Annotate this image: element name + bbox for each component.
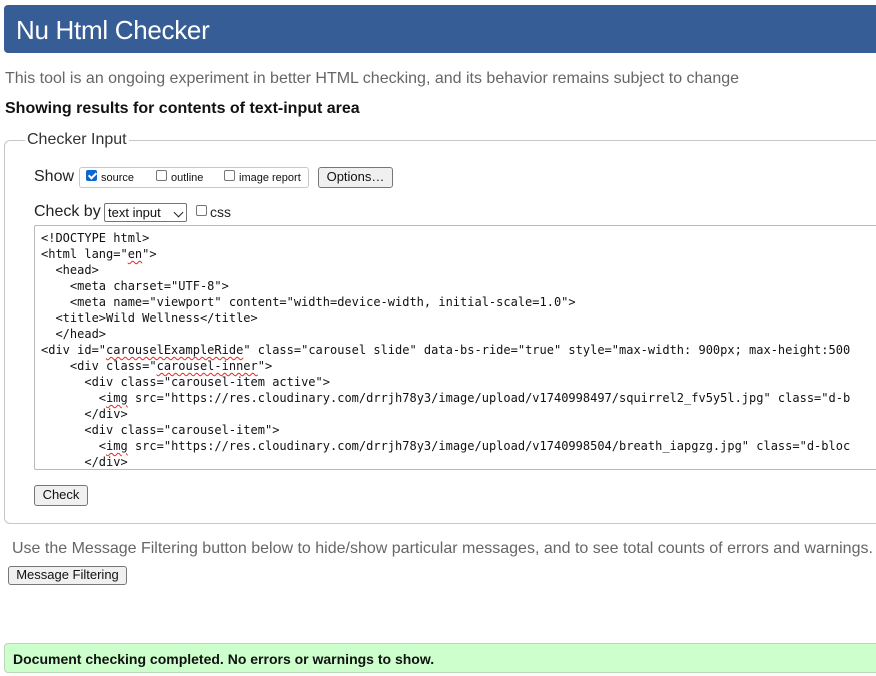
source-line: </div> [41, 407, 128, 421]
image-report-checkbox-label[interactable]: image report [239, 172, 301, 184]
source-line: <meta charset="UTF-8"> [41, 279, 229, 293]
css-checkbox-label[interactable]: css [210, 204, 231, 220]
check-by-selected-value: text input [108, 205, 161, 220]
message-filtering-button[interactable]: Message Filtering [8, 566, 127, 585]
source-textarea[interactable]: <!DOCTYPE html> <html lang="en"> <head> … [34, 225, 876, 470]
source-line: <meta name="viewport" content="width=dev… [41, 295, 576, 309]
success-message: Document checking completed. No errors o… [13, 651, 435, 667]
header-bar: Nu Html Checker [4, 5, 876, 53]
success-banner: Document checking completed. No errors o… [4, 643, 876, 673]
options-button[interactable]: Options… [318, 167, 393, 188]
source-line: <div class="carousel-inner"> [41, 359, 273, 373]
source-line: <!DOCTYPE html> [41, 231, 150, 245]
chevron-down-icon [173, 207, 184, 218]
source-code: <!DOCTYPE html> <html lang="en"> <head> … [41, 230, 851, 469]
check-by-label: Check by [34, 203, 101, 220]
show-label: Show [34, 168, 75, 185]
source-line: <title>Wild Wellness</title> [41, 311, 258, 325]
checker-input-legend: Checker Input [27, 131, 127, 148]
css-checkbox[interactable] [196, 205, 207, 216]
outline-checkbox[interactable] [156, 170, 167, 181]
source-line: <img src="https://res.cloudinary.com/drr… [41, 391, 851, 405]
source-line: <head> [41, 263, 99, 277]
image-report-checkbox[interactable] [224, 170, 235, 181]
results-heading: Showing results for contents of text-inp… [5, 100, 360, 117]
source-checkbox-label[interactable]: source [101, 172, 134, 184]
source-line: <html lang="en"> [41, 247, 157, 261]
source-line: <div class="carousel-item"> [41, 423, 280, 437]
filter-note: Use the Message Filtering button below t… [12, 540, 873, 557]
source-line: <img src="https://res.cloudinary.com/drr… [41, 439, 851, 453]
page-title: Nu Html Checker [16, 15, 210, 45]
source-line: <div id="carouselExampleRide" class="car… [41, 343, 851, 357]
check-by-select[interactable]: text input [104, 203, 187, 222]
source-line: <div class="carousel-item active"> [41, 375, 330, 389]
check-button[interactable]: Check [34, 485, 88, 506]
intro-text: This tool is an ongoing experiment in be… [5, 70, 740, 87]
source-line: </div> [41, 455, 128, 469]
source-checkbox[interactable] [86, 170, 97, 181]
outline-checkbox-label[interactable]: outline [171, 172, 203, 184]
source-line: </head> [41, 327, 107, 341]
